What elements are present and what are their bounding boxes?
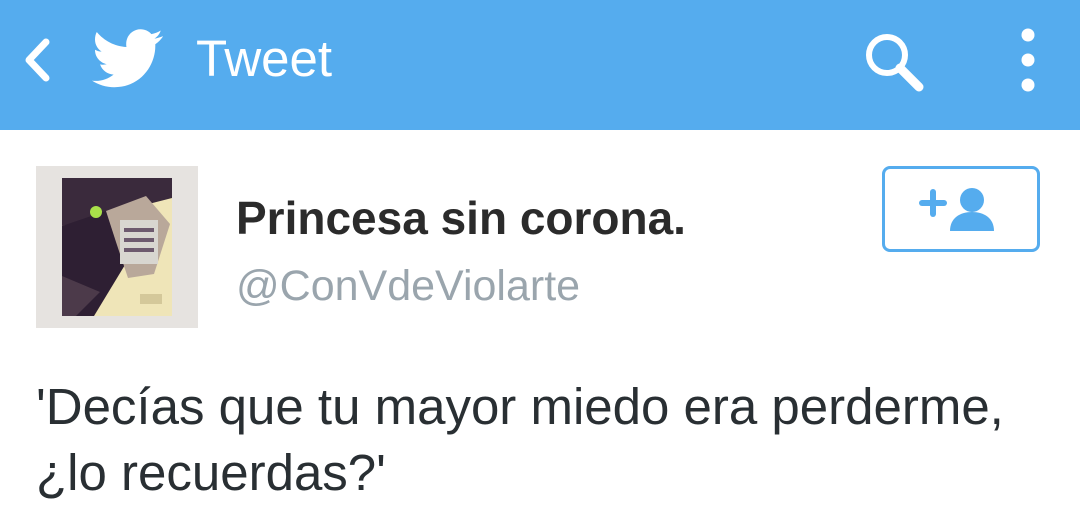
- avatar[interactable]: [36, 166, 198, 328]
- chevron-left-icon: [25, 38, 50, 82]
- add-user-icon: [919, 188, 994, 231]
- profile-photo: [36, 166, 198, 328]
- overflow-menu-button[interactable]: [1002, 22, 1054, 98]
- follow-button[interactable]: [882, 166, 1040, 252]
- back-button[interactable]: [14, 32, 60, 88]
- tweet-text: 'Decías que tu mayor miedo era perderme,…: [36, 378, 1004, 501]
- search-button[interactable]: [856, 24, 932, 100]
- page-title: Tweet: [196, 30, 333, 87]
- author-screen-name[interactable]: @ConVdeViolarte: [236, 258, 580, 314]
- author-display-name[interactable]: Princesa sin corona.: [236, 188, 686, 248]
- more-vertical-icon: [1021, 28, 1035, 92]
- twitter-bird-icon: [92, 28, 164, 90]
- search-icon: [866, 34, 924, 92]
- action-bar: Tweet: [0, 0, 1080, 130]
- tweet-detail-screen: Tweet Princesa sin corona. @ConVdeViolar…: [0, 0, 1080, 530]
